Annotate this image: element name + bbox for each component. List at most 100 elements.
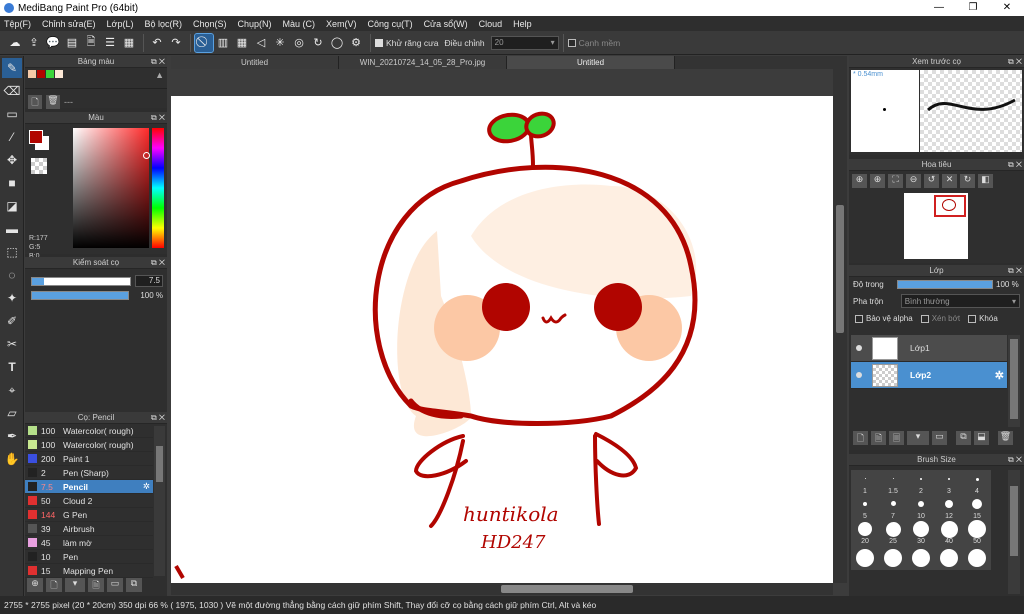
layer-opacity-slider[interactable]	[897, 280, 993, 289]
ellipse-ruler-icon[interactable]: ◯	[328, 34, 346, 52]
antialias-checkbox[interactable]	[375, 38, 383, 47]
brush-size-option[interactable]: 3	[935, 470, 963, 495]
delete-layer-icon[interactable]: 🗑	[998, 431, 1013, 445]
magic-wand-icon[interactable]: ✦	[2, 288, 22, 308]
layer-scrollbar[interactable]	[1008, 335, 1020, 427]
close-button[interactable]: ✕	[990, 0, 1024, 16]
drawing-canvas[interactable]: huntikola HD247	[171, 96, 833, 583]
brush-item[interactable]: 10 Pen	[25, 550, 153, 564]
redo-icon[interactable]: ↷	[167, 34, 185, 52]
menu-view[interactable]: Xem(V)	[326, 19, 357, 29]
select-tool-icon[interactable]: ⬚	[2, 242, 22, 262]
menu-layer[interactable]: Lớp(L)	[107, 19, 134, 29]
zoom-in-icon[interactable]: ⊕	[852, 174, 867, 188]
comment-icon[interactable]: 💬	[44, 34, 62, 52]
list-icon[interactable]: ☰	[101, 34, 119, 52]
merge-layer-icon[interactable]: ⬓	[974, 431, 989, 445]
maximize-button[interactable]: ❐	[956, 0, 990, 16]
menu-help[interactable]: Help	[513, 19, 532, 29]
panel-close-icon[interactable]: ⧉ ✕	[151, 112, 165, 124]
brush-size-input[interactable]: 7.5	[135, 275, 163, 287]
panel-close-icon[interactable]: ⧉ ✕	[151, 56, 165, 68]
brush-size-slider[interactable]	[31, 276, 131, 286]
brush-size-option[interactable]: 10	[907, 495, 935, 520]
brush-item[interactable]: 200 Paint 1	[25, 452, 153, 466]
move-tool-icon[interactable]: ✥	[2, 150, 22, 170]
brush-item[interactable]: 2 Pen (Sharp)	[25, 466, 153, 480]
brush-size-option[interactable]: 30	[907, 520, 935, 545]
menu-color[interactable]: Màu (C)	[283, 19, 316, 29]
brush-size-option[interactable]: 15	[963, 495, 991, 520]
perspective-icon[interactable]: ◁	[252, 34, 270, 52]
layer-row[interactable]: Lớp1	[851, 335, 1007, 362]
concentric-icon[interactable]: ◎	[290, 34, 308, 52]
document-icon[interactable]: 🗎	[82, 34, 100, 52]
grid-ruler-icon[interactable]: ▦	[233, 34, 251, 52]
foreground-color[interactable]	[29, 130, 43, 144]
panel-close-icon[interactable]: ⧉ ✕	[151, 257, 165, 269]
copy-layer-icon[interactable]: ⧉	[956, 431, 971, 445]
brush-opacity-slider[interactable]	[31, 291, 130, 300]
canvas-vertical-scrollbar[interactable]	[833, 69, 847, 583]
brush-size-option[interactable]: 4	[963, 470, 991, 495]
folder-icon[interactable]: ▭	[107, 578, 123, 592]
new-halftone-icon[interactable]: 🗎	[871, 431, 886, 445]
gear-icon[interactable]: ✲	[143, 481, 150, 492]
brush-menu-icon[interactable]: ▾	[65, 578, 85, 592]
menu-capture[interactable]: Chụp(N)	[238, 19, 272, 29]
canvas-horizontal-scrollbar[interactable]	[171, 583, 833, 595]
hand-tool-icon[interactable]: ✋	[2, 449, 22, 469]
parallel-ruler-icon[interactable]: ▥	[214, 34, 232, 52]
hue-slider[interactable]	[152, 128, 164, 248]
lasso-tool-icon[interactable]: ◌	[2, 265, 22, 285]
brush-size-option[interactable]	[851, 545, 879, 570]
eye-icon[interactable]	[856, 345, 862, 351]
menu-file[interactable]: Tệp(F)	[4, 19, 31, 29]
protect-alpha-checkbox[interactable]	[855, 314, 863, 323]
brush-list-scrollbar[interactable]	[154, 426, 165, 576]
brush-size-option[interactable]: 40	[935, 520, 963, 545]
menu-edit[interactable]: Chỉnh sửa(E)	[42, 19, 96, 29]
brush-size-option[interactable]	[907, 545, 935, 570]
new-palette-icon[interactable]: 🗋	[28, 95, 42, 109]
fit-icon[interactable]: ⛶	[888, 174, 903, 188]
eye-icon[interactable]	[856, 372, 862, 378]
zoom-in-alt-icon[interactable]: ⊕	[870, 174, 885, 188]
layer-row-selected[interactable]: Lớp2 ✲	[851, 362, 1007, 389]
eyedropper-tool-icon[interactable]: ✒	[2, 426, 22, 446]
dot-tool-icon[interactable]: ⁄	[2, 127, 22, 147]
flip-icon[interactable]: ◧	[978, 174, 993, 188]
brush-size-option[interactable]: 1.5	[879, 470, 907, 495]
canvas-area[interactable]: huntikola HD247	[171, 69, 833, 583]
menu-cloud[interactable]: Cloud	[479, 19, 503, 29]
snap-checkbox[interactable]	[567, 38, 576, 47]
panel-close-icon[interactable]: ⧉ ✕	[151, 412, 165, 424]
brush-size-option[interactable]	[935, 545, 963, 570]
menu-select[interactable]: Chọn(S)	[193, 19, 227, 29]
brush-size-option[interactable]: 20	[851, 520, 879, 545]
new-brush-icon[interactable]: 🗋	[46, 578, 62, 592]
zoom-out-icon[interactable]: ⊖	[906, 174, 921, 188]
new-8bit-icon[interactable]: 🗏	[889, 431, 904, 445]
menu-tools[interactable]: Công cụ(T)	[368, 19, 413, 29]
panel-close-icon[interactable]: ⧉ ✕	[1008, 159, 1022, 171]
add-brush-icon[interactable]: ⊕	[27, 578, 43, 592]
folder-icon[interactable]: ▭	[932, 431, 947, 445]
tab-untitled-1[interactable]: Untitled	[171, 56, 339, 69]
menu-window[interactable]: Cửa sổ(W)	[424, 19, 468, 29]
shape-tool-icon[interactable]: ▭	[2, 104, 22, 124]
swatch[interactable]	[55, 70, 63, 78]
rotate-right-icon[interactable]: ↻	[960, 174, 975, 188]
brush-size-option[interactable]: 50	[963, 520, 991, 545]
layer-add-menu-icon[interactable]: ▾	[907, 431, 929, 445]
brush-size-option[interactable]: 25	[879, 520, 907, 545]
minimize-button[interactable]: —	[922, 0, 956, 16]
swatch[interactable]	[46, 70, 54, 78]
swatch[interactable]	[37, 70, 45, 78]
rotate-left-icon[interactable]: ↺	[924, 174, 939, 188]
brush-size-option[interactable]	[879, 545, 907, 570]
palette-scroll-icon[interactable]: ▲	[155, 70, 164, 80]
protect-alpha-toggle[interactable]: Bảo vệ alpha	[855, 314, 913, 323]
brush-size-option[interactable]: 7	[879, 495, 907, 520]
menu-filter[interactable]: Bộ lọc(R)	[144, 19, 182, 29]
